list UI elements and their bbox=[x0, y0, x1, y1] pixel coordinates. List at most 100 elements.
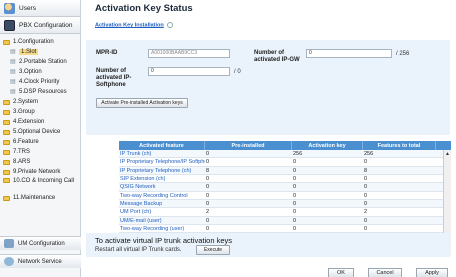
table-cell: 0 bbox=[293, 176, 297, 183]
table-cell: QSIG Network bbox=[120, 184, 156, 191]
folder-icon bbox=[3, 159, 10, 165]
table-cell: Message Backup bbox=[120, 201, 163, 208]
table-cell: 8 bbox=[364, 167, 368, 174]
users-icon bbox=[4, 2, 15, 14]
table-cell: 0 bbox=[293, 209, 297, 216]
tree-item[interactable]: 2.System bbox=[0, 97, 80, 107]
mpr-id-field[interactable]: A001000BAAB9CC3 bbox=[148, 49, 230, 58]
breadcrumb-label: Activation Key Installation bbox=[95, 22, 164, 29]
tree-item[interactable]: ▤ 3.Option bbox=[0, 67, 80, 77]
tree-item[interactable]: ▤ 5.DSP Resources bbox=[0, 87, 80, 97]
table-cell: SIP Extension (ch) bbox=[120, 176, 166, 183]
softphone-max: / 0 bbox=[234, 69, 241, 75]
page-icon: ▤ bbox=[10, 69, 16, 75]
tree-item-label: 7.TRS bbox=[13, 149, 31, 155]
table-cell: 2 bbox=[364, 209, 368, 216]
tree-item-label: 3.Option bbox=[19, 69, 42, 75]
table-cell: 0 bbox=[293, 217, 297, 224]
page-title: Activation Key Status bbox=[95, 3, 193, 14]
folder-icon bbox=[3, 119, 10, 125]
table-cell: IP Proprietary Telephone (ch) bbox=[120, 167, 192, 174]
tree-item[interactable]: 6.Feature bbox=[0, 137, 80, 147]
tree-item[interactable]: 9.Private Network bbox=[0, 167, 80, 177]
tree-item[interactable]: 4.Extension bbox=[0, 117, 80, 127]
softphone-field[interactable]: 0 bbox=[148, 67, 230, 76]
table-cell: UM/E-mail (user) bbox=[120, 217, 162, 224]
folder-icon bbox=[3, 99, 10, 105]
table-cell: 0 bbox=[206, 201, 210, 208]
nav-pbx-configuration[interactable]: PBX Configuration bbox=[0, 17, 80, 34]
tree-item[interactable]: 10.CO & Incoming Call bbox=[0, 177, 80, 193]
tree-item[interactable]: 3.Group bbox=[0, 107, 80, 117]
help-icon[interactable] bbox=[166, 22, 173, 28]
column-header: Pre-installed bbox=[205, 141, 292, 150]
table-cell: IP Trunk (ch) bbox=[120, 151, 152, 157]
table-cell: 0 bbox=[293, 192, 297, 199]
nav-network-service[interactable]: Network Service bbox=[0, 254, 81, 268]
ipgw-field[interactable]: 0 bbox=[306, 49, 392, 58]
tree-item-label: 1.Slot bbox=[19, 49, 39, 55]
folder-icon bbox=[3, 169, 10, 175]
tree-item[interactable]: 1.Configuration bbox=[0, 37, 80, 47]
tree-item-label: 5.Optional Device bbox=[13, 129, 61, 135]
sidebar: Users PBX Configuration 1.Configuration ▤… bbox=[0, 0, 81, 277]
page-icon: ▤ bbox=[10, 49, 16, 55]
network-icon bbox=[4, 257, 14, 266]
scroll-up-icon[interactable]: ▲ bbox=[444, 150, 451, 158]
table-cell: Two-way Recording (user) bbox=[120, 226, 185, 233]
page-icon: ▤ bbox=[10, 59, 16, 65]
folder-icon bbox=[3, 139, 10, 145]
table-cell: 0 bbox=[293, 167, 297, 174]
table-cell: 0 bbox=[293, 201, 297, 208]
page-icon: ▤ bbox=[10, 89, 16, 95]
table-cell: 0 bbox=[364, 159, 368, 166]
nav-users-label: Users bbox=[19, 4, 36, 12]
table-row: IP Proprietary Telephone (ch) 8 0 8 bbox=[119, 166, 451, 176]
tree-item[interactable]: 7.TRS bbox=[0, 147, 80, 157]
folder-icon bbox=[3, 149, 10, 155]
table-row: IP Proprietary Telephone/IP Softphone (c… bbox=[119, 158, 451, 167]
table-cell: 0 bbox=[364, 201, 368, 208]
table-row: Two-way Recording Control 0 0 0 bbox=[119, 192, 451, 201]
table-cell: 0 bbox=[364, 217, 368, 224]
tree-item-label: 11.Maintenance bbox=[13, 195, 56, 201]
ok-button[interactable]: OK bbox=[328, 268, 354, 277]
column-header: Activated feature bbox=[119, 141, 205, 150]
trunk-title: To activate virtual IP trunk activation … bbox=[95, 236, 233, 245]
table-row: IP Trunk (ch) 0 256 256 bbox=[119, 150, 451, 159]
table-cell: 0 bbox=[206, 217, 210, 224]
folder-icon bbox=[3, 129, 10, 135]
nav-pbx-label: PBX Configuration bbox=[19, 21, 73, 29]
table-header: Activated feature Pre-installed Activation… bbox=[119, 141, 451, 150]
folder-icon bbox=[3, 195, 10, 201]
execute-button[interactable]: Execute bbox=[196, 245, 230, 255]
virtual-trunk-panel: To activate virtual IP trunk activation … bbox=[86, 233, 450, 257]
table-cell: 0 bbox=[293, 159, 297, 166]
apply-button[interactable]: Apply bbox=[416, 268, 448, 277]
tree-item[interactable]: ▤ 2.Portable Station bbox=[0, 57, 80, 67]
breadcrumb-link[interactable]: Activation Key Installation bbox=[95, 22, 173, 28]
nav-users[interactable]: Users bbox=[0, 0, 80, 17]
cancel-button[interactable]: Cancel bbox=[368, 268, 402, 277]
softphone-label: Number of activated IP-Softphone bbox=[96, 68, 132, 88]
table-cell: 0 bbox=[364, 226, 368, 233]
nav-um-configuration[interactable]: UM Configuration bbox=[0, 236, 81, 250]
table-cell: 0 bbox=[206, 226, 210, 233]
tree-item[interactable]: 5.Optional Device bbox=[0, 127, 80, 137]
tree-item[interactable]: 11.Maintenance bbox=[0, 193, 80, 203]
tree-item[interactable]: 8.ARS bbox=[0, 157, 80, 167]
table-cell: UM Port (ch) bbox=[120, 209, 152, 216]
table-cell: 0 bbox=[293, 184, 297, 191]
config-tree: 1.Configuration ▤ 1.Slot ▤ 2.Portable Statio… bbox=[0, 34, 80, 203]
tree-item[interactable]: ▤ 4.Clock Priority bbox=[0, 77, 80, 87]
folder-icon bbox=[3, 39, 10, 45]
pbx-icon bbox=[4, 19, 15, 31]
tree-item-label: 1.Configuration bbox=[13, 39, 54, 45]
activate-preinstalled-button[interactable]: Activate Pre-installed Activation keys bbox=[96, 98, 188, 108]
tree-item-label: 4.Clock Priority bbox=[19, 79, 60, 85]
tree-item-label: 5.DSP Resources bbox=[19, 89, 67, 95]
folder-icon bbox=[3, 109, 10, 115]
tree-item[interactable]: ▤ 1.Slot bbox=[0, 47, 80, 57]
table-cell: Two-way Recording Control bbox=[120, 192, 188, 199]
nav-network-label: Network Service bbox=[18, 258, 62, 265]
